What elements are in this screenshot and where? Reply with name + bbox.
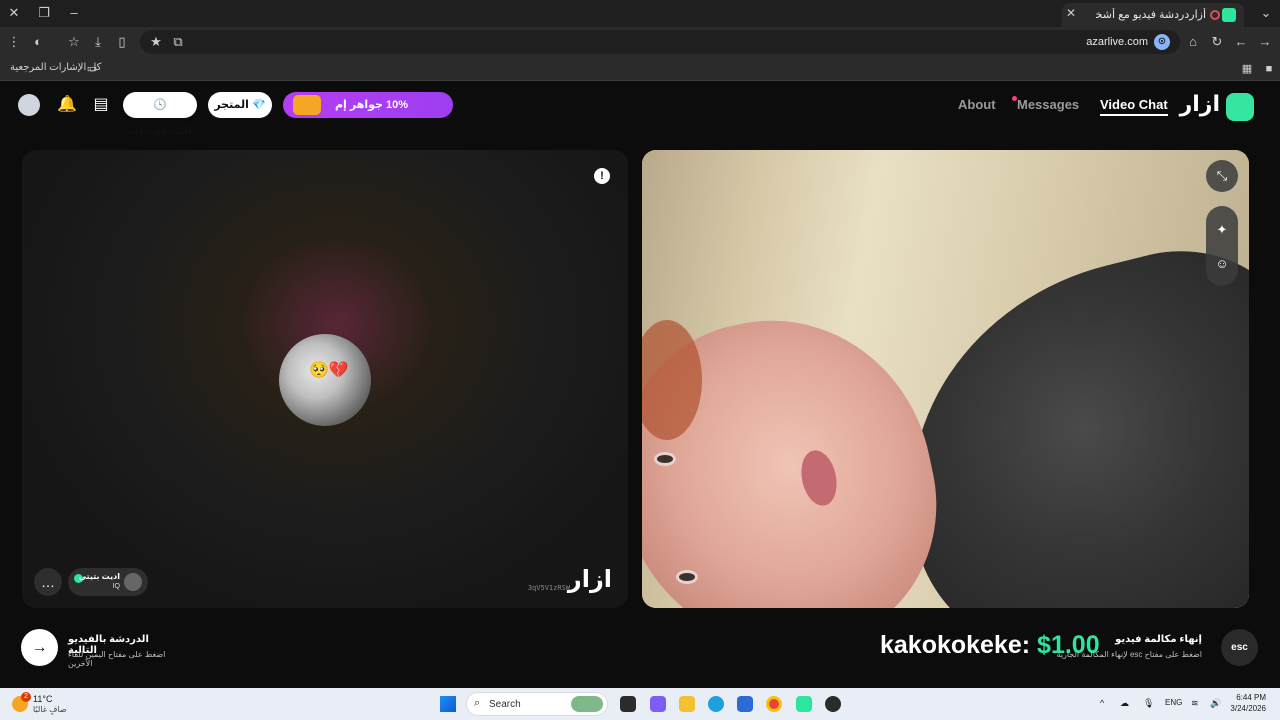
search-label: Search [489,699,521,710]
nav-about[interactable]: About [958,97,996,112]
nav-messages[interactable]: Messages [1017,97,1079,112]
report-icon[interactable]: ! [594,168,610,184]
home-icon[interactable]: ⌂ [1183,32,1203,52]
start-icon[interactable] [440,696,456,712]
end-call-hint: اضغط على مفتاح esc لإنهاء المكالمة الجار… [1056,650,1202,659]
nav-video-chat[interactable]: Video Chat [1100,97,1168,116]
chrome-icon[interactable] [766,696,782,712]
url-text: azarlive.com [1086,36,1148,48]
video-eye-left [654,452,676,466]
tab-search-icon[interactable]: ⌄ [1256,3,1276,23]
clock-time[interactable]: 6:44 PM [1236,693,1266,702]
weather-desc[interactable]: صافٍ غالبًا [33,705,67,714]
bookmark-star-icon[interactable]: ★ [146,32,166,52]
azar-watermark: ازار [567,566,612,593]
task-view-icon[interactable] [620,696,636,712]
gem-icon: 💎 [248,99,266,111]
weather-temp[interactable]: 11°C [33,694,52,704]
window-minimize-icon[interactable]: – [64,3,84,23]
mic-icon[interactable]: 🎙 [1143,698,1154,709]
reload-icon[interactable]: ↻ [1207,32,1227,52]
saved-button[interactable]: 🕓 المحفوظات [123,92,197,137]
trash-icon[interactable]: ▯ [112,32,132,52]
volume-icon[interactable]: 🔊 [1210,698,1221,709]
donor-name: kakokokeke: [880,631,1038,659]
download-icon[interactable]: ⤓ [88,32,108,52]
site-info-icon[interactable]: ⊙ [1154,34,1170,50]
address-bar[interactable]: ★ ⧉ azarlive.com ⊙ [140,30,1180,54]
promo-label: 10% جواهر إم [335,99,409,111]
avatar-emoji: 🥺💔 [309,362,349,379]
store-icon[interactable] [737,696,753,712]
search-highlight-icon [571,696,603,712]
end-call-button[interactable]: esc [1221,629,1258,666]
gem-promo-button[interactable]: 10% جواهر إم [283,92,453,118]
app-icon[interactable] [825,696,841,712]
recording-icon [1210,10,1220,20]
back-icon[interactable]: ← [1231,32,1251,52]
browser-tab[interactable]: ✕ أزاردردشة فيديو مع أشخاص [1062,3,1244,27]
clock-icon: 🕓 [153,99,167,111]
end-call-title: إنهاء مكالمة فيديو [1115,634,1202,645]
peer-info-pill[interactable]: اديت بتيتي IQ [68,568,148,596]
forward-icon[interactable]: → [1255,32,1275,52]
copilot-icon[interactable] [650,696,666,712]
profile-icon[interactable]: ◐ [28,32,48,52]
face-filter-icon[interactable]: ☺ [1206,248,1238,280]
archive-icon[interactable]: ▤ [90,94,112,116]
favicon-icon [1222,8,1236,22]
browser-toolbar: ⋮ ◐ ☆ ⤓ ▯ ★ ⧉ azarlive.com ⊙ ⌂ ↻ ← → [0,27,1280,57]
minimize-video-icon[interactable]: ⤡ [1206,160,1238,192]
next-chat-button[interactable]: → [21,629,58,666]
self-video-panel: ⤡ ✦ ☺ [642,150,1249,608]
shop-button[interactable]: 💎 المتجر [208,92,272,118]
windows-taskbar: 2 11°C صافٍ غالبًا ⌕ Search ^ ☁ 🎙 ENG ≋ … [0,688,1280,720]
wifi-icon[interactable]: ≋ [1191,698,1199,709]
peer-video-panel: ! 🥺💔 ازار 3qV5V1zRSW … اديت بتيتي IQ [22,150,628,608]
bookmarks-bar: كل الإشارات المرجعية ▭ ▦ ■ [0,57,1280,81]
treasure-chest-icon [293,95,321,115]
menu-icon[interactable]: ⋮ [4,32,24,52]
browser-tab-bar: ✕ ❐ – + ✕ أزاردردشة فيديو مع أشخاص ⌄ [0,0,1280,27]
messages-notification-dot [1012,96,1017,101]
grid-icon[interactable]: ▦ [1237,59,1257,79]
clock-date[interactable]: 3/24/2026 [1230,704,1266,713]
shop-label: المتجر [214,99,249,111]
azar-app: ازار Video Chat Messages About 10% جواهر… [0,81,1280,688]
chat-bubble-button[interactable]: … [34,568,62,596]
azar-logo-icon[interactable] [1226,93,1254,121]
sidebar-icon[interactable]: ■ [1259,59,1279,79]
bell-icon[interactable]: 🔔 [56,94,78,116]
peer-thumbnail [124,573,142,591]
azar-app-icon[interactable] [796,696,812,712]
tab-close-icon[interactable]: ✕ [1066,6,1076,20]
next-chat-hint: اضغط على مفتاح اليمين للقاء الآخرين [68,650,166,668]
window-close-icon[interactable]: ✕ [4,3,24,23]
room-id: 3qV5V1zRSW [527,584,570,592]
peer-name: اديت بتيتي [78,572,120,581]
user-avatar-icon[interactable] [18,94,40,116]
tab-title: أزاردردشة فيديو مع أشخاص [1096,9,1206,21]
weather-badge: 2 [21,692,31,702]
language-indicator[interactable]: ENG [1165,698,1182,707]
search-icon: ⌕ [474,697,481,709]
effects-group: ✦ ☺ [1206,206,1238,286]
folder-icon: ▭ [86,63,98,75]
edge-icon[interactable] [708,696,724,712]
peer-country: IQ [112,583,120,590]
logo-text[interactable]: ازار [1180,91,1220,117]
favorites-icon[interactable]: ☆ [64,32,84,52]
onedrive-icon[interactable]: ☁ [1120,698,1129,709]
peer-avatar: 🥺💔 [279,334,371,426]
window-restore-icon[interactable]: ❐ [34,3,54,23]
saved-label: المحفوظات [128,125,192,137]
install-app-icon[interactable]: ⧉ [168,32,188,52]
file-explorer-icon[interactable] [679,696,695,712]
taskbar-search[interactable]: ⌕ Search [466,692,608,716]
video-eye-right [676,570,698,584]
tray-chevron-icon[interactable]: ^ [1100,698,1104,708]
magic-wand-icon[interactable]: ✦ [1206,214,1238,246]
